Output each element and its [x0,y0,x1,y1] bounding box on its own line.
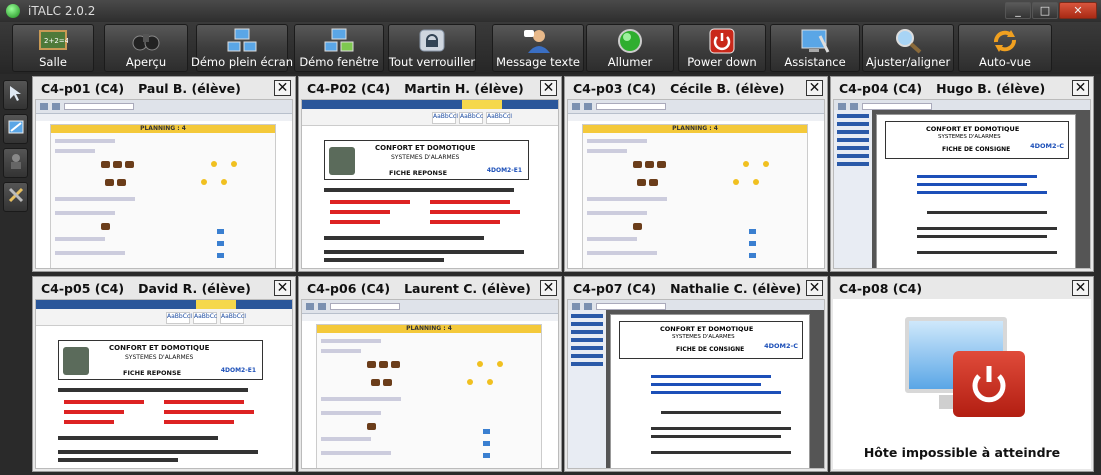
host-label: C4-p08 (C4) [839,280,923,296]
lock-all-button[interactable]: Tout verrouiller [388,24,476,72]
auto-view-icon [990,28,1020,54]
screen-thumbnail-word[interactable]: AaBbCcI AaBbCc AaBbCcI CONFORT ET DOMOTIQU… [35,299,293,469]
sidebar-snapshot-button[interactable] [3,114,28,144]
screen-thumbnail-planning[interactable]: PLANNING : 4 [301,299,559,469]
planning-header: PLANNING : 4 [583,125,807,133]
unreachable-status-text: Hôte impossible à atteindre [863,445,1061,460]
minimize-button[interactable]: _ [1005,2,1031,19]
computer-tile[interactable]: C4-p05 (C4) David R. (élève) ✕ AaBbCcI AaB… [32,276,296,472]
sidebar-user-button[interactable] [3,148,28,178]
fullscreen-demo-button[interactable]: Démo plein écran [191,24,293,72]
screen-thumbnail-planning[interactable]: PLANNING : 4 [35,99,293,269]
fullscreen-demo-icon [227,28,257,54]
user-label: Hugo B. (élève) [936,80,1046,96]
assistance-button[interactable]: Assistance [770,24,860,72]
svg-text:2+2=4: 2+2=4 [44,37,68,45]
classroom-board-icon: 2+2=4 [38,28,68,54]
window-titlebar: iTALC 2.0.2 _ □ ✕ [0,0,1101,22]
power-down-button[interactable]: Power down [678,24,766,72]
unreachable-host-panel: Hôte impossible à atteindre [833,299,1091,469]
screen-thumbnail-word[interactable]: AaBbCcI AaBbCc AaBbCcI CONFORT ET DOMOTIQU… [301,99,559,269]
user-label: David R. (élève) [138,280,251,296]
magnifier-icon [893,28,923,54]
snapshot-icon [7,118,25,140]
tile-close-button[interactable]: ✕ [540,280,557,296]
computer-tile[interactable]: C4-p04 (C4) Hugo B. (élève) ✕ CONFORT ET … [830,76,1094,272]
sidebar-tools-button[interactable] [3,182,28,212]
maximize-button[interactable]: □ [1032,2,1058,19]
planning-header: PLANNING : 4 [51,125,275,133]
computer-tile[interactable]: C4-p01 (C4) Paul B. (élève) ✕ PLANNING : … [32,76,296,272]
planning-header: PLANNING : 4 [317,325,541,333]
tile-close-button[interactable]: ✕ [806,80,823,96]
power-off-icon [953,351,1025,417]
tile-close-button[interactable]: ✕ [274,80,291,96]
cursor-icon [7,84,25,106]
host-label: C4-p07 (C4) [573,280,657,296]
tile-close-button[interactable]: ✕ [806,280,823,296]
computer-tile[interactable]: C4-p08 (C4) ✕ Hôte impossible à atteindr… [830,276,1094,472]
tools-icon [7,186,25,208]
computer-tile[interactable]: C4-P02 (C4) Martin H. (élève) ✕ AaBbCcI Aa… [298,76,562,272]
tile-close-button[interactable]: ✕ [274,280,291,296]
window-demo-icon [324,28,354,54]
auto-view-button[interactable]: Auto-vue [958,24,1052,72]
user-label: Laurent C. (élève) [404,280,531,296]
window-demo-button[interactable]: Démo fenêtre [294,24,384,72]
computer-tile[interactable]: C4-p03 (C4) Cécile B. (élève) ✕ PLANNING … [564,76,828,272]
lock-icon [417,28,447,54]
tile-close-button[interactable]: ✕ [1072,280,1089,296]
window-controls: _ □ ✕ [1005,2,1097,19]
power-on-button[interactable]: Allumer [586,24,674,72]
close-window-button[interactable]: ✕ [1059,2,1097,19]
left-sidebar [0,74,30,475]
message-user-icon [523,28,553,54]
binoculars-icon [131,28,161,54]
computer-tile[interactable]: C4-p07 (C4) Nathalie C. (élève) ✕ CONFORT… [564,276,828,472]
main-toolbar: 2+2=4 Salle Aperçu Démo plein écran Démo… [0,22,1101,74]
overview-button[interactable]: Aperçu [104,24,188,72]
classroom-button[interactable]: 2+2=4 Salle [12,24,94,72]
screen-thumbnail-planning[interactable]: PLANNING : 4 [567,99,825,269]
host-label: C4-p04 (C4) [839,80,923,96]
sidebar-cursor-button[interactable] [3,80,28,110]
tile-close-button[interactable]: ✕ [540,80,557,96]
text-message-button[interactable]: Message texte [492,24,584,72]
app-icon [6,4,20,18]
screen-thumbnail-consigne[interactable]: CONFORT ET DOMOTIQUE SYSTEMES D'ALARMES … [833,99,1091,269]
host-label: C4-p06 (C4) [307,280,391,296]
host-label: C4-p01 (C4) [41,80,125,96]
user-label: Cécile B. (élève) [670,80,785,96]
user-label: Martin H. (élève) [404,80,524,96]
host-label: C4-p03 (C4) [573,80,657,96]
user-label: Paul B. (élève) [138,80,241,96]
power-down-icon [707,28,737,54]
remote-assistance-icon [800,28,830,54]
user-icon [7,152,25,174]
computer-tile[interactable]: C4-p06 (C4) Laurent C. (élève) ✕ PLANNING… [298,276,562,472]
host-label: C4-p05 (C4) [41,280,125,296]
adjust-align-button[interactable]: Ajuster/aligner [862,24,954,72]
host-label: C4-P02 (C4) [307,80,391,96]
tile-close-button[interactable]: ✕ [1072,80,1089,96]
screen-thumbnail-consigne[interactable]: CONFORT ET DOMOTIQUE SYSTEMES D'ALARMES … [567,299,825,469]
user-label: Nathalie C. (élève) [670,280,802,296]
power-on-icon [615,28,645,54]
window-title: iTALC 2.0.2 [28,4,96,18]
